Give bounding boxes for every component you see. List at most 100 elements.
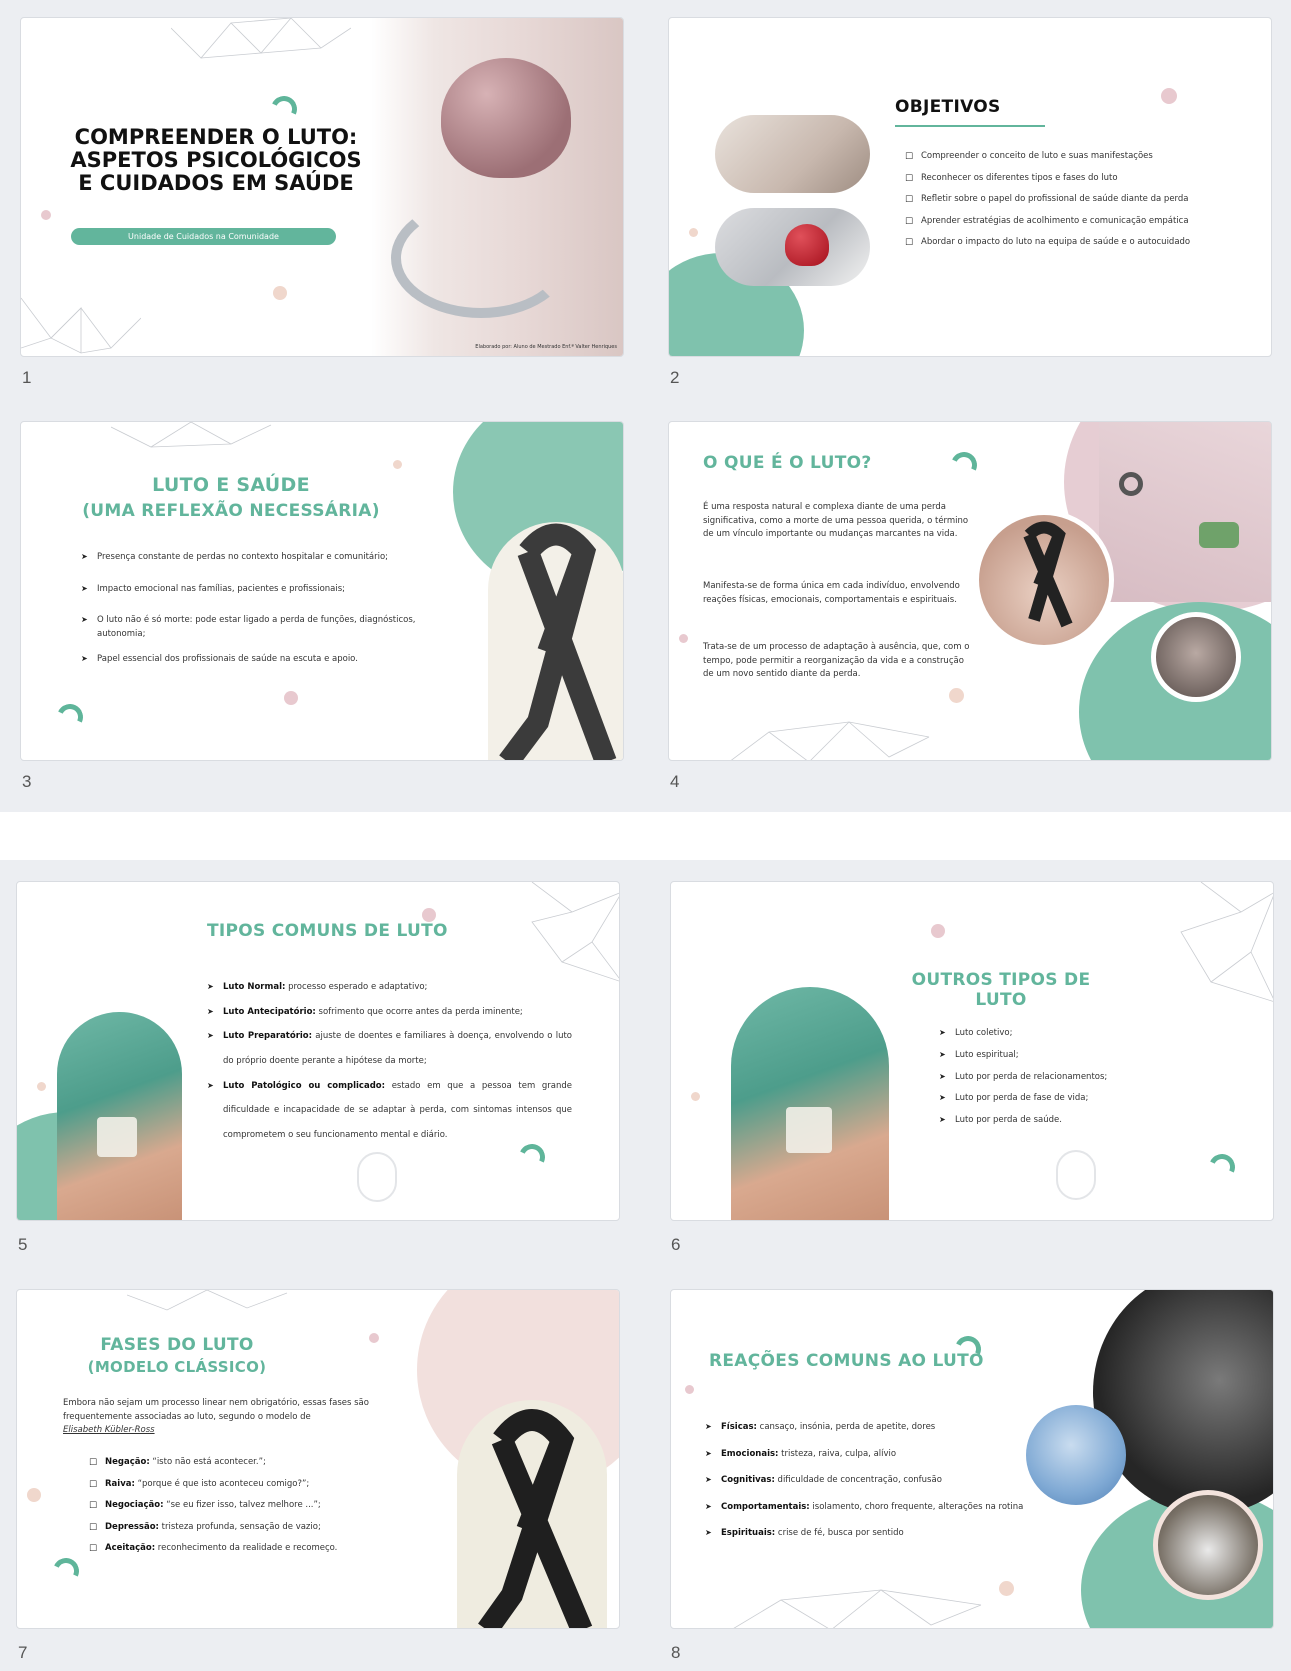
arc-decoration [1205,1150,1239,1184]
slide-3-list: Presença constante de perdas no contexto… [81,551,456,675]
slide-6-list: Luto coletivo; Luto espiritual; Luto por… [939,1027,1199,1136]
slide-number: 5 [18,1235,28,1254]
dot-decoration [27,1488,41,1502]
dot-decoration [422,908,436,922]
geometric-mesh-decoration [111,422,272,448]
list-item: Luto por perda de fase de vida; [939,1092,1199,1105]
geometric-mesh-decoration [1180,882,1273,1002]
dot-decoration [949,688,964,703]
definition: “isto não está acontecer.”; [149,1457,266,1467]
slide-5-list: Luto Normal: processo esperado e adaptat… [207,975,572,1147]
slide-6-thumbnail[interactable]: OUTROS TIPOS DE LUTO Luto coletivo; Luto… [670,881,1274,1221]
list-item: Aprender estratégias de acolhimento e co… [905,215,1245,229]
slide-1-subtitle-pill: Unidade de Cuidados na Comunidade [71,228,336,245]
slide-4-thumbnail[interactable]: O QUE É O LUTO? É uma resposta natural e… [668,421,1272,761]
geometric-mesh-decoration [171,18,351,59]
slide-4-paragraph-3: Trata-se de um processo de adaptação à a… [703,642,970,680]
list-item: Luto Antecipatório: sofrimento que ocorr… [207,1000,572,1025]
term: Espirituais: [721,1528,776,1539]
slide-number: 6 [671,1235,681,1254]
grieving-man-image [1093,1290,1273,1515]
black-ribbon-image [488,522,623,760]
term: Raiva: [105,1478,135,1489]
list-item: Aceitação: reconhecimento da realidade e… [89,1542,369,1556]
definition: processo esperado e adaptativo; [285,982,428,992]
list-item: O luto não é só morte: pode estar ligado… [81,614,456,641]
dot-decoration [999,1581,1014,1596]
list-item: Papel essencial dos profissionais de saú… [81,653,456,667]
slide-8-title: REAÇÕES COMUNS AO LUTO [709,1351,984,1371]
list-item: Comportamentais: isolamento, choro frequ… [705,1501,1045,1515]
definition: tristeza profunda, sensação de vazio; [158,1521,321,1532]
list-item: Abordar o impacto do luto na equipa de s… [905,236,1245,250]
slide-7-list: Negação: “isto não está acontecer.”; Rai… [89,1456,369,1564]
slide-1-thumbnail[interactable]: COMPREENDER O LUTO: ASPETOS PSICOLÓGICOS… [20,17,624,357]
geometric-mesh-decoration [127,1290,288,1311]
list-item: Luto Normal: processo esperado e adaptat… [207,975,572,1000]
list-item: Emocionais: tristeza, raiva, culpa, alív… [705,1448,1045,1462]
definition: tristeza, raiva, culpa, alívio [778,1448,897,1459]
slide-number: 2 [670,368,680,387]
slide-2-title: OBJETIVOS [895,97,1001,117]
dot-decoration [931,924,945,938]
dot-decoration [679,634,688,643]
slide-grid-panel-top: COMPREENDER O LUTO: ASPETOS PSICOLÓGICOS… [0,0,1291,812]
list-item: Luto coletivo; [939,1027,1199,1040]
slide-number: 1 [22,368,32,387]
dot-decoration [685,1385,694,1394]
slide-1-title: COMPREENDER O LUTO: ASPETOS PSICOLÓGICOS… [70,125,362,196]
definition: “se eu fizer isso, talvez melhore ...”; [163,1500,321,1511]
slide-3-thumbnail[interactable]: LUTO E SAÚDE (UMA REFLEXÃO NECESSÁRIA) P… [20,421,624,761]
list-item: Físicas: cansaço, insónia, perda de apet… [705,1421,1045,1435]
term: Luto Antecipatório: [223,1006,316,1017]
slide-number: 4 [670,772,680,791]
slide-grid-panel-bottom: TIPOS COMUNS DE LUTO Luto Normal: proces… [0,860,1291,1671]
author-link[interactable]: Elisabeth Kübler-Ross [63,1424,388,1438]
dot-decoration [393,460,402,469]
geometric-mesh-decoration [21,297,141,354]
term: Luto Preparatório: [223,1031,313,1042]
definition: cansaço, insónia, perda de apetite, dore… [756,1422,936,1432]
geometric-mesh-decoration [733,1589,982,1628]
list-item: Compreender o conceito de luto e suas ma… [905,150,1245,164]
slide-5-thumbnail[interactable]: TIPOS COMUNS DE LUTO Luto Normal: proces… [16,881,620,1221]
definition: crise de fé, busca por sentido [775,1528,904,1539]
arc-decoration [53,700,87,734]
slide-8-thumbnail[interactable]: REAÇÕES COMUNS AO LUTO Físicas: cansaço,… [670,1289,1274,1629]
arc-decoration [947,448,981,482]
slide-7-title: FASES DO LUTO [100,1335,254,1355]
list-item: Depressão: tristeza profunda, sensação d… [89,1521,369,1535]
elderly-hands-image [715,115,870,193]
term: Físicas: [721,1422,757,1432]
slide-number: 8 [671,1643,681,1662]
list-item: Cognitivas: dificuldade de concentração,… [705,1474,1045,1488]
term: Negociação: [105,1500,164,1511]
slide-2-thumbnail[interactable]: OBJETIVOS Compreender o conceito de luto… [668,17,1272,357]
dot-decoration [369,1333,379,1343]
slide-3-title: LUTO E SAÚDE [152,474,310,496]
dot-decoration [689,228,698,237]
slide-7-thumbnail[interactable]: FASES DO LUTO (MODELO CLÁSSICO) Embora n… [16,1289,620,1629]
list-item: Luto Preparatório: ajuste de doentes e f… [207,1024,572,1073]
term: Luto Normal: [223,982,286,992]
term: Comportamentais: [721,1501,810,1512]
term: Depressão: [105,1521,159,1532]
stethoscope-outline-decoration [1056,1150,1096,1200]
stethoscope-heart-image [371,18,623,356]
dot-decoration [691,1092,700,1101]
dot-decoration [37,1082,46,1091]
slide-3-subtitle: (UMA REFLEXÃO NECESSÁRIA) [82,501,380,521]
list-item: Reconhecer os diferentes tipos e fases d… [905,172,1245,186]
list-item: Luto espiritual; [939,1049,1199,1062]
slide-4-paragraph-2: Manifesta-se de forma única em cada indi… [703,581,960,605]
dot-decoration [273,286,287,300]
dot-decoration [41,210,51,220]
definition: dificuldade de concentração, confusão [774,1475,942,1486]
term: Aceitação: [105,1543,156,1554]
slide-number: 3 [22,772,32,791]
list-item: Espirituais: crise de fé, busca por sent… [705,1527,1045,1541]
slide-1-credit: Elaborado por: Aluno de Mestrado Enf.ª V… [475,344,617,350]
definition: reconhecimento da realidade e recomeço. [155,1543,338,1554]
term: Cognitivas: [721,1475,775,1486]
list-item: Luto Patológico ou complicado: estado em… [207,1074,572,1148]
